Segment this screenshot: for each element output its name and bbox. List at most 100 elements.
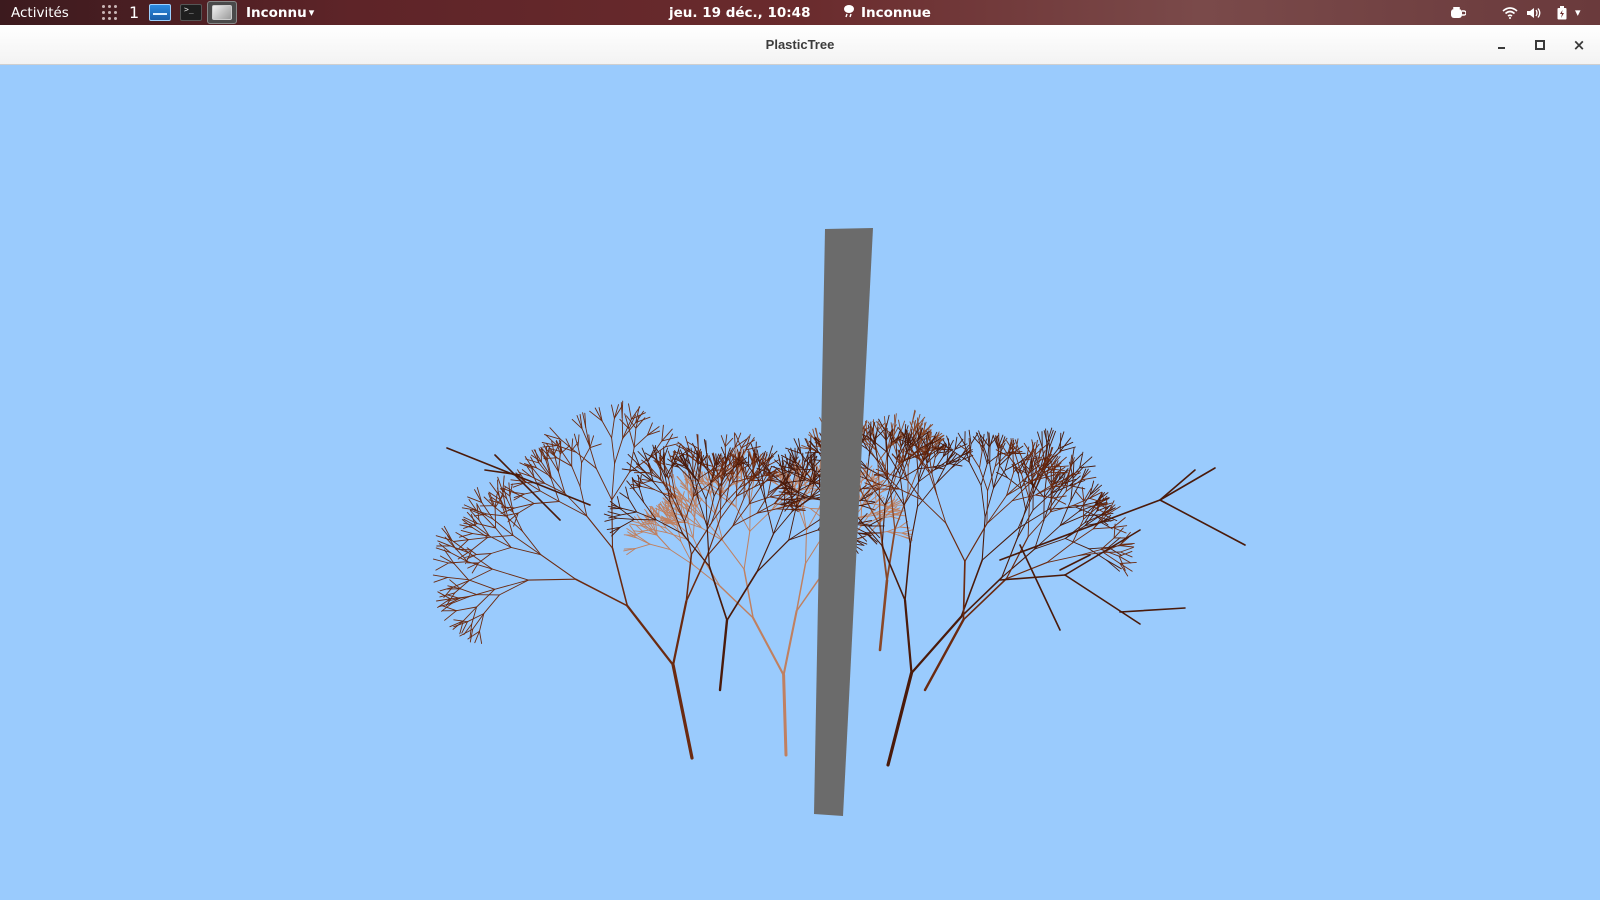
left-tree-branch	[475, 553, 492, 555]
right-tree-2-branch	[1092, 527, 1114, 530]
right-tree-branch	[1059, 432, 1062, 452]
left-tree-branch	[444, 610, 457, 621]
right-tree-branch	[1106, 559, 1122, 570]
left-tree-branch	[579, 462, 583, 487]
volume-icon[interactable]	[1526, 0, 1542, 25]
left-tree-branch	[432, 574, 449, 578]
back-tree-branch	[623, 548, 636, 550]
window-thumbnail-active[interactable]	[207, 0, 237, 25]
left-tree-branch	[447, 576, 469, 581]
left-tree-branch	[571, 465, 581, 487]
right-tree-2-branch	[979, 450, 983, 469]
left-tree-branch	[512, 534, 542, 556]
left-tree-branch	[479, 630, 483, 644]
minimize-button[interactable]	[1489, 25, 1513, 65]
weather-label: Inconnue	[861, 4, 931, 21]
window-thumbnail-blue[interactable]	[149, 0, 171, 25]
right-tree-branch	[884, 430, 887, 453]
minimize-icon	[1497, 41, 1505, 49]
right-tree-branch	[936, 467, 952, 484]
left-tree-branch	[460, 529, 474, 535]
right-tree-branch	[989, 463, 994, 489]
left-tree-branch	[736, 476, 738, 497]
back-tree-branch	[804, 529, 808, 565]
close-button[interactable]: ×	[1567, 25, 1591, 65]
left-tree-branch	[614, 437, 624, 464]
left-tree-branch	[611, 471, 631, 501]
back-tree-branch	[686, 483, 690, 503]
left-tree-branch	[708, 455, 714, 467]
apps-grid-icon[interactable]	[100, 0, 118, 25]
right-tree-2-branch	[1113, 527, 1124, 539]
left-tree-branch	[743, 476, 745, 499]
left-tree-2-branch	[607, 511, 622, 516]
left-tree-branch	[588, 445, 597, 469]
left-tree-branch	[460, 588, 478, 596]
left-tree-branch	[611, 547, 629, 607]
left-tree-branch	[455, 532, 469, 541]
left-tree-branch	[577, 434, 580, 448]
right-tree-branch	[903, 504, 911, 546]
left-tree-branch	[487, 534, 514, 538]
left-tree-branch	[489, 482, 499, 495]
terminal-thumbnail[interactable]: >_	[180, 0, 202, 25]
right-tree-branch	[895, 443, 898, 460]
right-tree-2-branch	[986, 500, 1013, 525]
right-tree-branch	[968, 461, 982, 486]
left-tree-branch	[671, 600, 688, 667]
right-tree-2-branch	[945, 522, 966, 562]
right-tree-branch	[960, 576, 1003, 618]
left-tree-2-branch	[718, 619, 729, 692]
right-tree-branch	[1019, 544, 1061, 631]
clock[interactable]: jeu. 19 déc., 10:48	[669, 0, 810, 25]
right-tree-branch	[1064, 574, 1141, 625]
coffee-cup-icon[interactable]	[1450, 0, 1466, 25]
battery-icon[interactable]	[1557, 0, 1567, 25]
menu-arrow-icon[interactable]: ▾	[1575, 0, 1581, 25]
left-tree-branch	[732, 512, 758, 527]
right-tree-branch	[957, 432, 966, 446]
left-tree-2-branch	[619, 518, 635, 528]
right-tree-branch	[909, 506, 919, 546]
wifi-icon[interactable]	[1502, 0, 1518, 25]
left-tree-2-branch	[755, 441, 757, 459]
right-tree-branch	[793, 468, 814, 471]
left-tree-branch	[640, 480, 652, 484]
left-tree-branch	[633, 434, 648, 448]
right-tree-branch	[1072, 466, 1084, 479]
left-tree-branch	[601, 420, 613, 439]
weather-indicator[interactable]: Inconnue	[843, 0, 931, 25]
left-tree-branch	[661, 424, 664, 442]
app-menu[interactable]: Inconnu ▾	[246, 0, 314, 25]
left-tree-branch	[468, 568, 493, 581]
right-tree-branch	[981, 516, 986, 561]
right-tree-branch	[904, 543, 912, 601]
right-back-tree-branch	[900, 420, 906, 433]
window-titlebar[interactable]: PlasticTree ×	[0, 25, 1600, 65]
left-tree-branch	[441, 605, 457, 612]
back-tree-branch	[802, 507, 807, 531]
right-tree-branch	[984, 487, 994, 518]
left-tree-branch	[633, 427, 637, 448]
workspace-number[interactable]: 1	[129, 0, 139, 25]
left-tree-branch	[628, 428, 635, 448]
right-tree-branch	[903, 599, 913, 675]
right-tree-branch	[1159, 467, 1216, 501]
left-tree-branch	[595, 468, 613, 501]
left-tree-2-branch	[772, 510, 793, 535]
left-tree-branch	[558, 501, 588, 517]
right-tree-2-branch	[1072, 504, 1093, 507]
right-tree-2-branch	[1102, 551, 1121, 564]
cloud-rain-icon	[843, 4, 855, 21]
left-tree-branch	[560, 438, 577, 453]
right-tree-2-branch	[1120, 551, 1133, 558]
back-tree-branch	[743, 530, 751, 570]
left-tree-branch	[495, 527, 512, 548]
3d-viewport[interactable]	[0, 65, 1600, 900]
maximize-button[interactable]	[1528, 25, 1552, 65]
left-tree-branch	[589, 443, 602, 449]
maximize-icon	[1535, 40, 1545, 50]
left-tree-branch	[611, 404, 615, 419]
activities-button[interactable]: Activités	[11, 0, 69, 25]
left-tree-branch	[733, 432, 736, 448]
